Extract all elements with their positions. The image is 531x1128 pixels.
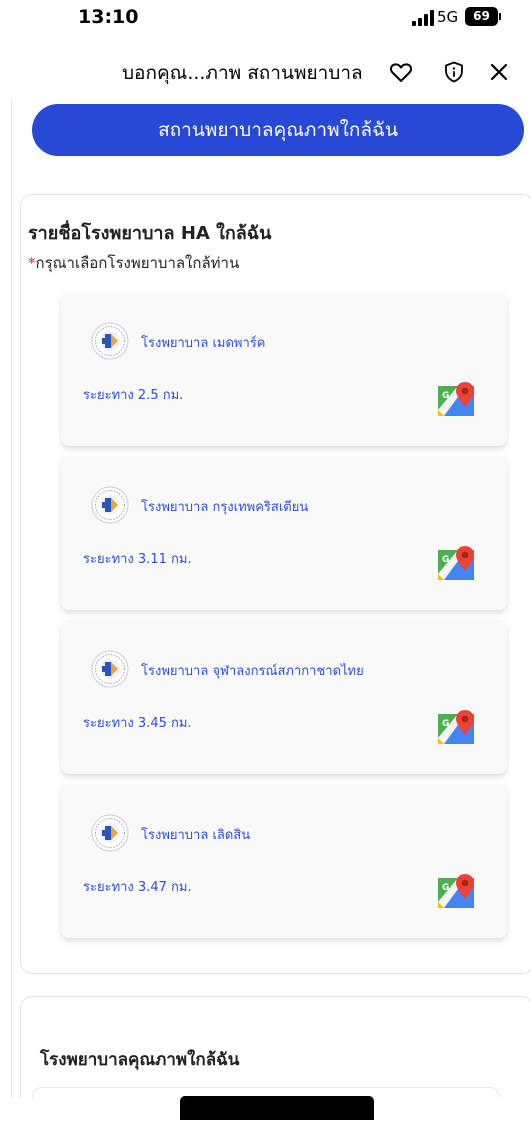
- hospital-name[interactable]: โรงพยาบาล เลิดสิน: [141, 824, 250, 845]
- hospital-distance: ระยะทาง 2.5 กม.: [83, 388, 184, 403]
- ha-section-subtitle: *กรุณาเลือกโรงพยาบาลใกล้ท่าน: [28, 251, 239, 275]
- hospital-name[interactable]: โรงพยาบาล จุฬาลงกรณ์สภากาชาดไทย: [141, 660, 364, 681]
- google-maps-icon[interactable]: G: [436, 544, 476, 584]
- ha-section-title: รายชื่อโรงพยาบาล HA ใกล้ฉัน: [28, 223, 272, 244]
- shield-info-icon[interactable]: [442, 60, 466, 84]
- svg-text:G: G: [442, 883, 449, 893]
- browser-header: บอกคุณ...ภาพ สถานพยาบาล: [0, 46, 531, 96]
- google-maps-icon[interactable]: G: [436, 380, 476, 420]
- subtitle-text: กรุณาเลือกโรงพยาบาลใกล้ท่าน: [35, 254, 240, 272]
- hospital-distance: ระยะทาง 3.45 กม.: [83, 716, 192, 731]
- clock: 13:10: [78, 6, 139, 28]
- required-mark: *: [28, 254, 36, 272]
- network-type: 5G: [437, 8, 459, 26]
- battery-icon: 69: [465, 7, 498, 26]
- browser-title: บอกคุณ...ภาพ สถานพยาบาล: [122, 62, 363, 84]
- hospital-accreditation-logo-icon: [91, 814, 129, 852]
- hospital-name[interactable]: โรงพยาบาล เมดพาร์ค: [141, 332, 265, 353]
- signal-icon: [412, 10, 434, 26]
- nearby-quality-facilities-button[interactable]: สถานพยาบาลคุณภาพใกล้ฉัน: [32, 104, 524, 156]
- home-indicator: [180, 1096, 374, 1120]
- quality-section-title: โรงพยาบาลคุณภาพใกล้ฉัน: [40, 1050, 240, 1070]
- svg-text:G: G: [442, 391, 449, 401]
- google-maps-icon[interactable]: G: [436, 872, 476, 912]
- status-bar: 13:10 5G 69: [0, 0, 531, 40]
- svg-text:G: G: [442, 555, 449, 565]
- hospital-accreditation-logo-icon: [91, 486, 129, 524]
- hospital-item-1[interactable]: โรงพยาบาล เมดพาร์ค ระยะทาง 2.5 กม. G: [61, 292, 507, 446]
- svg-text:G: G: [442, 719, 449, 729]
- hospital-accreditation-logo-icon: [91, 650, 129, 688]
- hospital-item-3[interactable]: โรงพยาบาล จุฬาลงกรณ์สภากาชาดไทย ระยะทาง …: [61, 620, 507, 774]
- hospital-distance: ระยะทาง 3.11 กม.: [83, 552, 192, 567]
- heart-icon[interactable]: [389, 60, 413, 84]
- google-maps-icon[interactable]: G: [436, 708, 476, 748]
- close-icon[interactable]: [487, 60, 511, 84]
- hospital-distance: ระยะทาง 3.47 กม.: [83, 880, 192, 895]
- hospital-accreditation-logo-icon: [91, 322, 129, 360]
- hospital-item-2[interactable]: โรงพยาบาล กรุงเทพคริสเตียน ระยะทาง 3.11 …: [61, 456, 507, 610]
- page-edge: [11, 100, 12, 1100]
- hospital-name[interactable]: โรงพยาบาล กรุงเทพคริสเตียน: [141, 496, 308, 517]
- battery-tip: [499, 13, 501, 20]
- hospital-item-4[interactable]: โรงพยาบาล เลิดสิน ระยะทาง 3.47 กม. G: [61, 784, 507, 938]
